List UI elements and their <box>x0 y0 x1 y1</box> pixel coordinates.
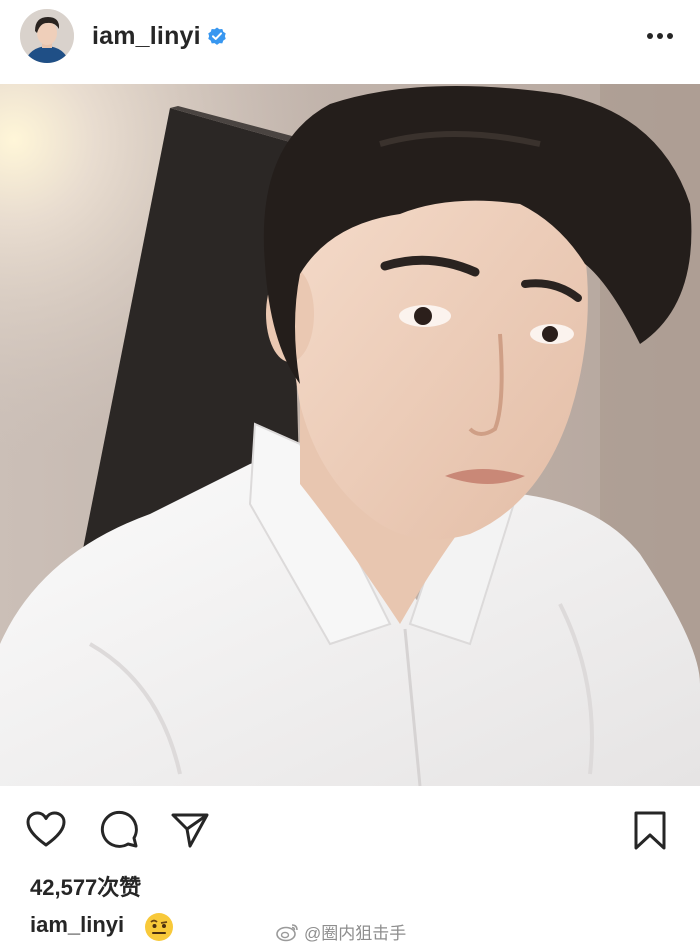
username[interactable]: iam_linyi <box>92 22 201 51</box>
verified-badge-icon <box>206 25 228 47</box>
weibo-logo-icon <box>276 922 300 942</box>
avatar[interactable] <box>20 9 74 63</box>
likes-count[interactable]: 42,577次赞 <box>30 870 141 902</box>
share-icon[interactable] <box>168 808 212 852</box>
caption-username[interactable]: iam_linyi <box>30 912 124 938</box>
comment-icon[interactable] <box>98 808 142 852</box>
heart-icon[interactable] <box>24 808 68 852</box>
bookmark-icon[interactable] <box>628 808 672 852</box>
raised-eyebrow-emoji-icon <box>144 912 174 942</box>
more-options-icon[interactable] <box>644 22 676 50</box>
watermark-text: @圈内狙击手 <box>304 924 407 943</box>
post-header: iam_linyi <box>0 0 700 85</box>
action-bar <box>0 786 700 866</box>
post-image[interactable] <box>0 84 700 786</box>
watermark: @圈内狙击手 <box>276 919 406 944</box>
